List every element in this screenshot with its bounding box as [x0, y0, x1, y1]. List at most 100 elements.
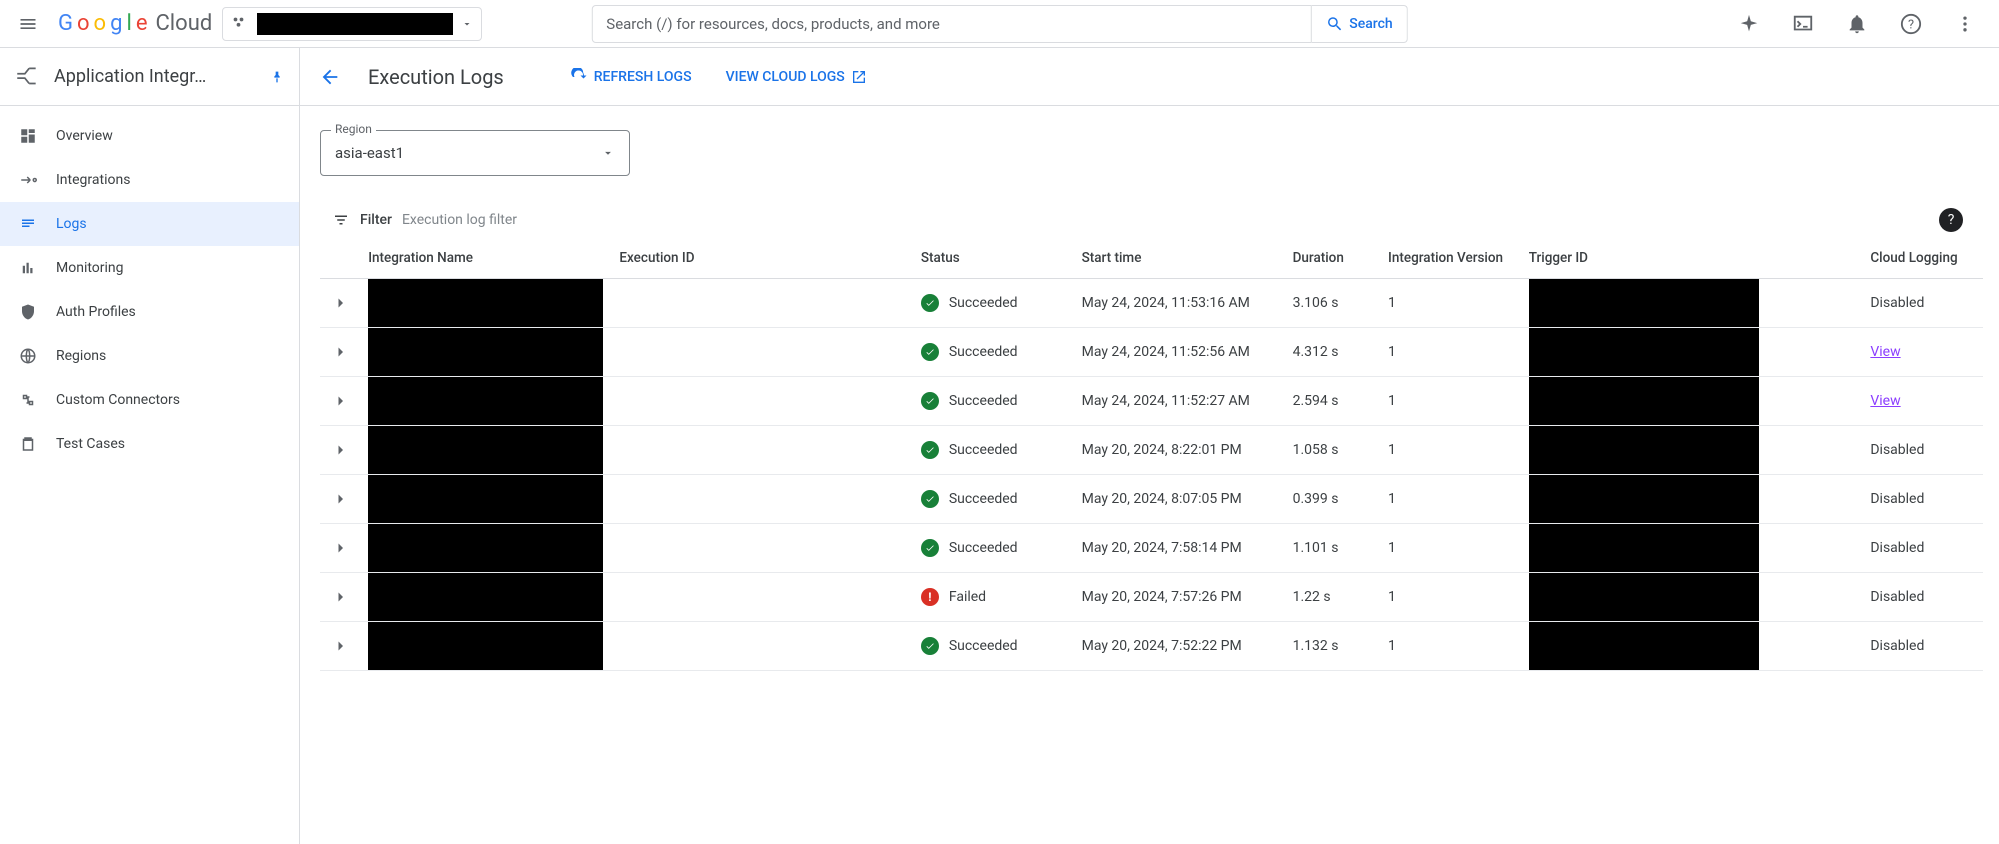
sidebar: Application Integr… Overview Integration… — [0, 48, 300, 844]
cloud-logging-view-link[interactable]: View — [1870, 344, 1900, 360]
filter-input[interactable]: Execution log filter — [402, 212, 517, 228]
sidebar-item-test-cases[interactable]: Test Cases — [0, 422, 299, 466]
content: Execution Logs REFRESH LOGS VIEW CLOUD L… — [300, 48, 1999, 844]
status-cell: !Failed — [921, 588, 1066, 606]
chevron-right-icon — [331, 441, 349, 459]
th-integration-name[interactable]: Integration Name — [360, 238, 611, 279]
sidebar-item-integrations[interactable]: Integrations — [0, 158, 299, 202]
sparkle-icon — [1738, 13, 1760, 35]
chevron-right-icon — [331, 490, 349, 508]
cloud-logging-status: Disabled — [1870, 638, 1924, 654]
sidebar-item-overview[interactable]: Overview — [0, 114, 299, 158]
th-duration[interactable]: Duration — [1285, 238, 1380, 279]
duration-cell: 1.22 s — [1285, 573, 1380, 622]
dashboard-icon — [18, 126, 38, 146]
status-text: Succeeded — [949, 295, 1018, 311]
help-icon: ? — [1900, 13, 1922, 35]
caret-down-icon — [601, 146, 615, 160]
expand-row-button[interactable] — [328, 340, 352, 364]
chevron-right-icon — [331, 588, 349, 606]
pin-icon — [269, 69, 285, 85]
version-cell: 1 — [1380, 426, 1521, 475]
search-button[interactable]: Search — [1311, 5, 1407, 43]
table-header-row: Integration Name Execution ID Status Sta… — [320, 238, 1983, 279]
sidebar-item-logs[interactable]: Logs — [0, 202, 299, 246]
cloud-logging-status: Disabled — [1870, 589, 1924, 605]
integration-name-redacted — [368, 622, 603, 670]
expand-row-button[interactable] — [328, 438, 352, 462]
version-cell: 1 — [1380, 377, 1521, 426]
table-row: SucceededMay 24, 2024, 11:52:56 AM4.312 … — [320, 328, 1983, 377]
th-status[interactable]: Status — [913, 238, 1074, 279]
sidebar-item-label: Auth Profiles — [56, 304, 136, 320]
trigger-id-redacted — [1529, 426, 1759, 474]
connector-icon — [18, 390, 38, 410]
gemini-button[interactable] — [1731, 6, 1767, 42]
sidebar-item-custom-connectors[interactable]: Custom Connectors — [0, 378, 299, 422]
status-text: Failed — [949, 589, 986, 605]
duration-cell: 1.132 s — [1285, 622, 1380, 671]
expand-row-button[interactable] — [328, 389, 352, 413]
expand-row-button[interactable] — [328, 634, 352, 658]
chevron-right-icon — [331, 294, 349, 312]
notifications-button[interactable] — [1839, 6, 1875, 42]
th-integration-version[interactable]: Integration Version — [1380, 238, 1521, 279]
status-text: Succeeded — [949, 442, 1018, 458]
sidebar-item-label: Monitoring — [56, 260, 124, 276]
more-button[interactable] — [1947, 6, 1983, 42]
pin-button[interactable] — [269, 69, 285, 85]
sidebar-item-regions[interactable]: Regions — [0, 334, 299, 378]
refresh-logs-button[interactable]: REFRESH LOGS — [562, 62, 700, 92]
view-cloud-logs-button[interactable]: VIEW CLOUD LOGS — [718, 63, 875, 91]
search-container: Search (/) for resources, docs, products… — [591, 5, 1407, 43]
integration-name-redacted — [368, 524, 603, 572]
expand-row-button[interactable] — [328, 291, 352, 315]
topbar: GoogleCloud Search (/) for resources, do… — [0, 0, 1999, 48]
chevron-right-icon — [331, 539, 349, 557]
bell-icon — [1846, 13, 1868, 35]
trigger-id-redacted — [1529, 524, 1759, 572]
expand-row-button[interactable] — [328, 585, 352, 609]
app-integration-icon — [14, 64, 40, 90]
success-icon — [921, 343, 939, 361]
version-cell: 1 — [1380, 328, 1521, 377]
nav-menu-button[interactable] — [8, 4, 48, 44]
google-cloud-logo[interactable]: GoogleCloud — [58, 11, 212, 36]
th-execution-id[interactable]: Execution ID — [611, 238, 912, 279]
question-icon: ? — [1948, 212, 1955, 228]
filter-label: Filter — [360, 212, 392, 228]
integration-name-redacted — [368, 377, 603, 425]
search-input[interactable]: Search (/) for resources, docs, products… — [591, 5, 1311, 43]
back-button[interactable] — [310, 57, 350, 97]
cloud-shell-button[interactable] — [1785, 6, 1821, 42]
version-cell: 1 — [1380, 524, 1521, 573]
chart-icon — [18, 258, 38, 278]
search-placeholder: Search (/) for resources, docs, products… — [606, 15, 940, 33]
filter-help-button[interactable]: ? — [1939, 208, 1963, 232]
start-time-cell: May 20, 2024, 7:58:14 PM — [1074, 524, 1285, 573]
sidebar-item-monitoring[interactable]: Monitoring — [0, 246, 299, 290]
start-time-cell: May 24, 2024, 11:52:27 AM — [1074, 377, 1285, 426]
version-cell: 1 — [1380, 279, 1521, 328]
th-start-time[interactable]: Start time — [1074, 238, 1285, 279]
sidebar-item-auth-profiles[interactable]: Auth Profiles — [0, 290, 299, 334]
sidebar-header: Application Integr… — [0, 48, 299, 106]
th-cloud-logging[interactable]: Cloud Logging — [1862, 238, 1983, 279]
view-cloud-logs-label: VIEW CLOUD LOGS — [726, 69, 845, 85]
expand-row-button[interactable] — [328, 487, 352, 511]
integration-name-redacted — [368, 328, 603, 376]
sidebar-item-label: Regions — [56, 348, 106, 364]
table-row: SucceededMay 24, 2024, 11:53:16 AM3.106 … — [320, 279, 1983, 328]
arrow-left-icon — [319, 66, 341, 88]
expand-row-button[interactable] — [328, 536, 352, 560]
status-cell: Succeeded — [921, 392, 1066, 410]
region-select[interactable]: Region asia-east1 — [320, 130, 630, 176]
cloud-logging-view-link[interactable]: View — [1870, 393, 1900, 409]
th-trigger-id[interactable]: Trigger ID — [1521, 238, 1863, 279]
integration-name-redacted — [368, 475, 603, 523]
filter-icon — [332, 211, 350, 229]
version-cell: 1 — [1380, 475, 1521, 524]
topbar-actions: ? — [1731, 6, 1991, 42]
project-picker[interactable] — [222, 7, 482, 41]
help-button[interactable]: ? — [1893, 6, 1929, 42]
